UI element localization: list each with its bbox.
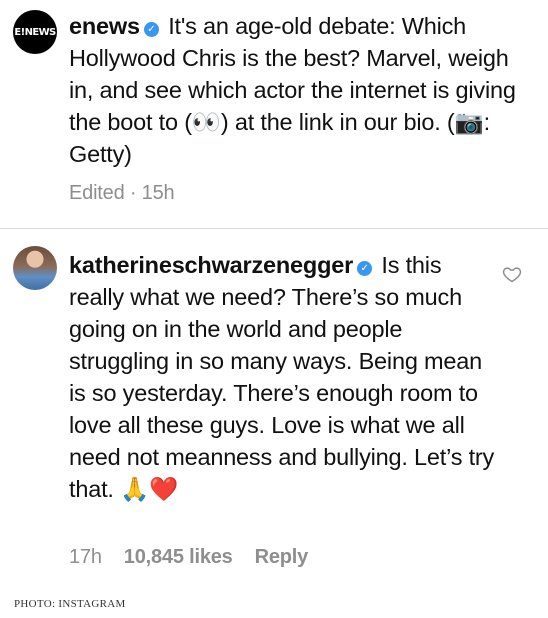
post-edited-timestamp: Edited · 15h <box>69 182 175 204</box>
divider <box>0 228 548 229</box>
enews-avatar-logo: E!NEWS <box>14 26 56 38</box>
verified-badge-icon: ✓ <box>357 261 373 276</box>
comment: katherineschwarzenegger ✓ Is this really … <box>69 249 499 505</box>
post-caption: enews ✓ It's an age-old debate: Which Hol… <box>69 10 539 170</box>
comment-time: 17h <box>69 546 102 568</box>
instagram-comments-screenshot: E!NEWS enews ✓ It's an age-old debate: Wh… <box>0 0 548 590</box>
comment-text: Is this really what we need? There’s so … <box>69 252 495 502</box>
reply-button[interactable]: Reply <box>255 546 309 569</box>
katherine-avatar[interactable] <box>13 246 57 290</box>
heart-outline-icon[interactable] <box>502 264 522 284</box>
comment-meta: 17h 10,845 likes Reply <box>69 546 308 569</box>
comment-likes[interactable]: 10,845 likes <box>124 546 233 569</box>
verified-badge-icon: ✓ <box>143 22 159 37</box>
enews-avatar[interactable]: E!NEWS <box>13 10 57 54</box>
photo-credit: PHOTO: INSTAGRAM <box>14 598 126 610</box>
comment-username[interactable]: katherineschwarzenegger <box>69 252 353 278</box>
post-username[interactable]: enews <box>69 13 140 39</box>
